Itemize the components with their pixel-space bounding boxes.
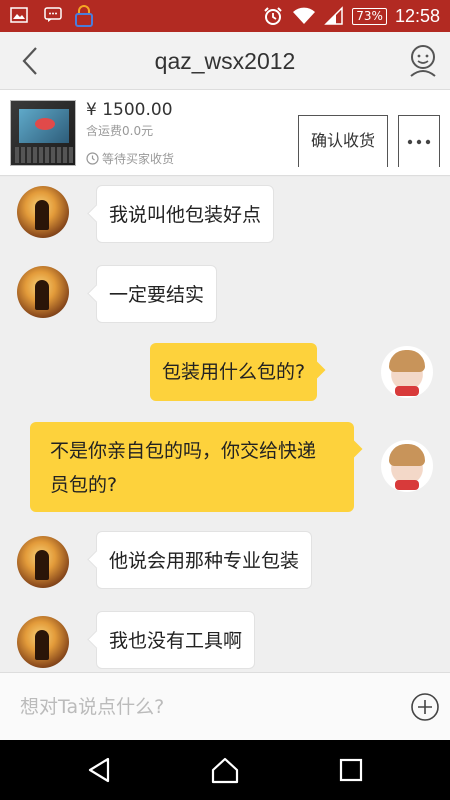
alarm-icon [264,7,282,25]
avatar-self[interactable] [381,346,433,398]
status-bar: 73% 12:58 [0,0,450,32]
avatar-other[interactable] [17,186,69,238]
message-notification-icon [44,7,62,22]
chat-header: qaz_wsx2012 [0,32,450,90]
page-title: qaz_wsx2012 [154,48,296,74]
avatar-other[interactable] [17,536,69,588]
order-status-text: 等待买家收货 [102,152,175,166]
add-attachment-button[interactable] [410,692,440,722]
avatar-self[interactable] [381,440,433,492]
message-item: 不是你亲自包的吗，你交给快递员包的? [0,417,450,527]
message-bubble[interactable]: 我说叫他包装好点 [96,185,275,243]
message-item: 我也没有工具啊 [0,607,450,672]
system-navigation-bar [0,740,450,800]
battery-indicator: 73% [352,7,387,25]
back-button[interactable] [14,44,48,78]
shipping-fee: 含运费0.0元 [86,124,154,138]
app-lock-icon [75,5,93,27]
message-item: 一定要结实 [0,257,450,337]
message-bubble[interactable]: 他说会用那种专业包装 [96,531,313,589]
message-bubble[interactable]: 我也没有工具啊 [96,611,256,669]
message-bubble[interactable]: 不是你亲自包的吗，你交给快递员包的? [30,422,354,512]
message-item: 包装用什么包的? [0,337,450,417]
gallery-icon [10,7,28,23]
product-price: ¥ 1500.00 [86,100,173,120]
more-icon [407,139,431,145]
nav-home-icon[interactable] [210,755,240,785]
more-options-button[interactable] [398,115,440,167]
clock-icon [86,152,99,165]
message-input[interactable] [10,683,390,731]
message-list[interactable]: 我说叫他包装好点 一定要结实 包装用什么包的? 不是你亲自包的吗，你交给快递员包… [0,177,450,672]
nav-back-icon[interactable] [84,755,114,785]
confirm-receipt-button[interactable]: 确认收货 [298,115,388,167]
profile-icon[interactable] [408,44,438,78]
avatar-other[interactable] [17,616,69,668]
message-bubble[interactable]: 一定要结实 [96,265,218,323]
wifi-icon [293,7,316,24]
message-item: 他说会用那种专业包装 [0,527,450,607]
order-status: 等待买家收货 [86,150,174,167]
message-composer [0,672,450,740]
order-summary: ¥ 1500.00 含运费0.0元 等待买家收货 确认收货 [0,90,450,176]
avatar-other[interactable] [17,266,69,318]
nav-recents-icon[interactable] [336,755,366,785]
clock: 12:58 [394,5,440,26]
signal-icon [324,6,344,25]
status-indicators: 73% 12:58 [262,0,440,32]
product-thumbnail[interactable] [10,100,76,166]
message-item: 我说叫他包装好点 [0,177,450,257]
message-bubble[interactable]: 包装用什么包的? [150,343,318,401]
